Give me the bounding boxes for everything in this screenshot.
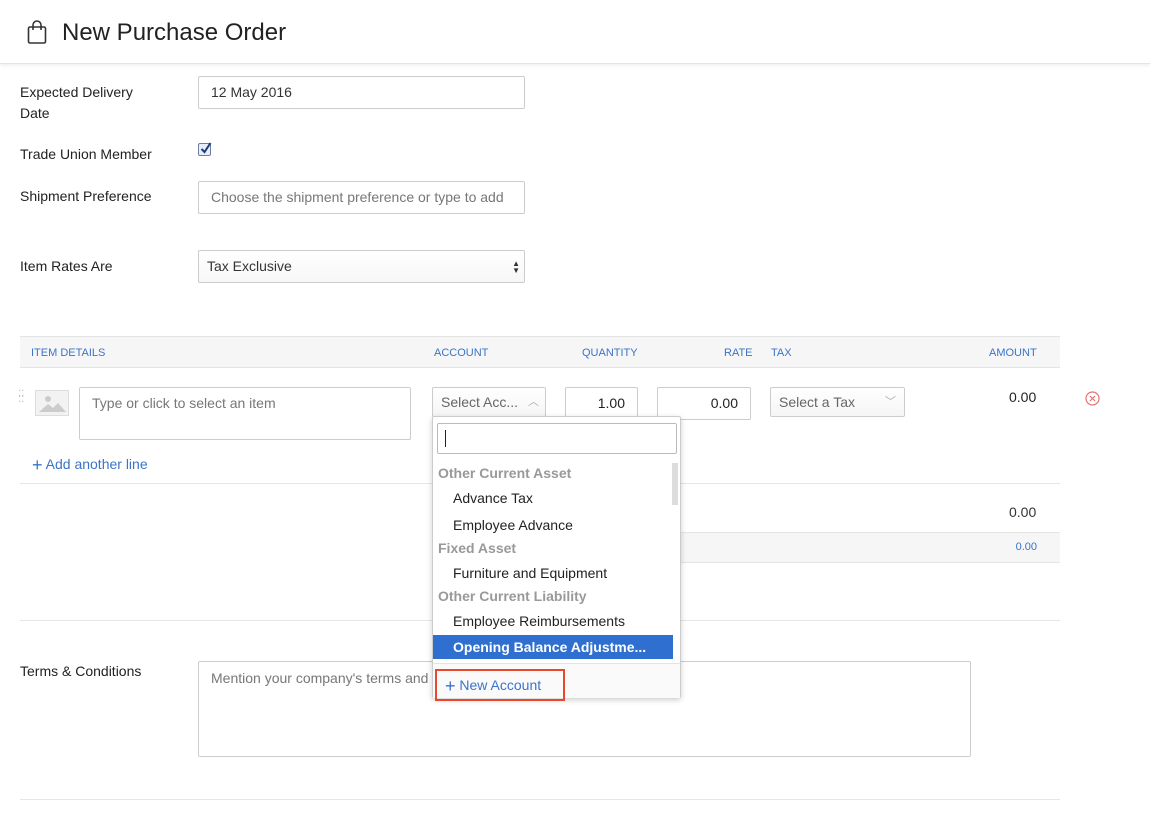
shopping-bag-icon — [27, 20, 47, 44]
account-select[interactable]: Select Acc... ︿ — [432, 387, 546, 417]
option-advance-tax[interactable]: Advance Tax — [433, 486, 673, 510]
header-item-details: ITEM DETAILS — [31, 347, 106, 359]
item-rates-value: Tax Exclusive — [207, 258, 292, 274]
image-placeholder-icon[interactable] — [35, 390, 69, 416]
option-employee-reimbursements[interactable]: Employee Reimbursements — [433, 609, 673, 633]
plus-icon: + — [445, 676, 456, 696]
total-value: 0.00 — [1015, 541, 1037, 553]
chevron-down-icon: ﹀ — [885, 396, 896, 408]
header-tax: TAX — [771, 347, 792, 359]
select-arrows-icon: ▲ ▼ — [512, 259, 520, 275]
chevron-up-icon: ︿ — [528, 396, 539, 408]
header-amount: AMOUNT — [989, 347, 1037, 359]
text-caret — [445, 430, 446, 447]
divider — [20, 799, 1060, 800]
option-furniture-equipment[interactable]: Furniture and Equipment — [433, 561, 673, 585]
tax-select-value: Select a Tax — [779, 394, 856, 410]
group-fixed-asset: Fixed Asset — [438, 540, 517, 556]
trade-union-checkbox[interactable] — [198, 142, 212, 156]
header-account: ACCOUNT — [434, 347, 489, 359]
shipment-preference-label: Shipment Preference — [20, 188, 152, 204]
option-employee-advance[interactable]: Employee Advance — [433, 513, 673, 537]
checkmark-icon — [200, 142, 212, 154]
new-account-button[interactable]: + New Account — [435, 669, 565, 701]
add-another-line-button[interactable]: + Add another line — [32, 455, 148, 476]
expected-delivery-input[interactable]: 12 May 2016 — [198, 76, 525, 109]
expected-delivery-label: Expected Delivery Date — [20, 84, 133, 121]
add-line-label: Add another line — [45, 456, 148, 472]
item-rates-select[interactable]: Tax Exclusive ▲ ▼ — [198, 250, 525, 283]
page-title: New Purchase Order — [62, 19, 287, 46]
trade-union-label: Trade Union Member — [20, 146, 152, 162]
remove-row-icon[interactable] — [1085, 391, 1100, 406]
total-row: 0.00 — [680, 532, 1060, 563]
account-search-input[interactable] — [437, 423, 677, 454]
group-other-current-asset: Other Current Asset — [438, 465, 572, 481]
tax-select[interactable]: Select a Tax ﹀ — [770, 387, 905, 417]
subtotal-value: 0.00 — [1009, 504, 1037, 520]
plus-icon: + — [32, 455, 43, 475]
page-header: New Purchase Order — [0, 0, 1150, 64]
drag-handle-icon[interactable]: ⁚⁚ ⁚⁚ — [18, 390, 24, 405]
item-rates-label: Item Rates Are — [20, 258, 113, 274]
terms-label: Terms & Conditions — [20, 663, 142, 679]
account-select-value: Select Acc... — [441, 394, 519, 410]
header-rate: RATE — [724, 347, 753, 359]
option-opening-balance-adjustments[interactable]: Opening Balance Adjustme... — [433, 635, 673, 659]
shipment-preference-input[interactable]: Choose the shipment preference or type t… — [198, 181, 525, 214]
group-other-current-liability: Other Current Liability — [438, 588, 587, 604]
account-dropdown: Other Current Asset Advance Tax Employee… — [432, 416, 681, 701]
header-quantity: QUANTITY — [582, 347, 638, 359]
item-input[interactable]: Type or click to select an item — [79, 387, 411, 440]
amount-value: 0.00 — [1009, 389, 1037, 405]
dropdown-footer: + New Account — [433, 663, 680, 701]
items-table-header: ITEM DETAILS ACCOUNT QUANTITY RATE TAX A… — [20, 336, 1060, 368]
new-account-label: New Account — [459, 677, 542, 693]
